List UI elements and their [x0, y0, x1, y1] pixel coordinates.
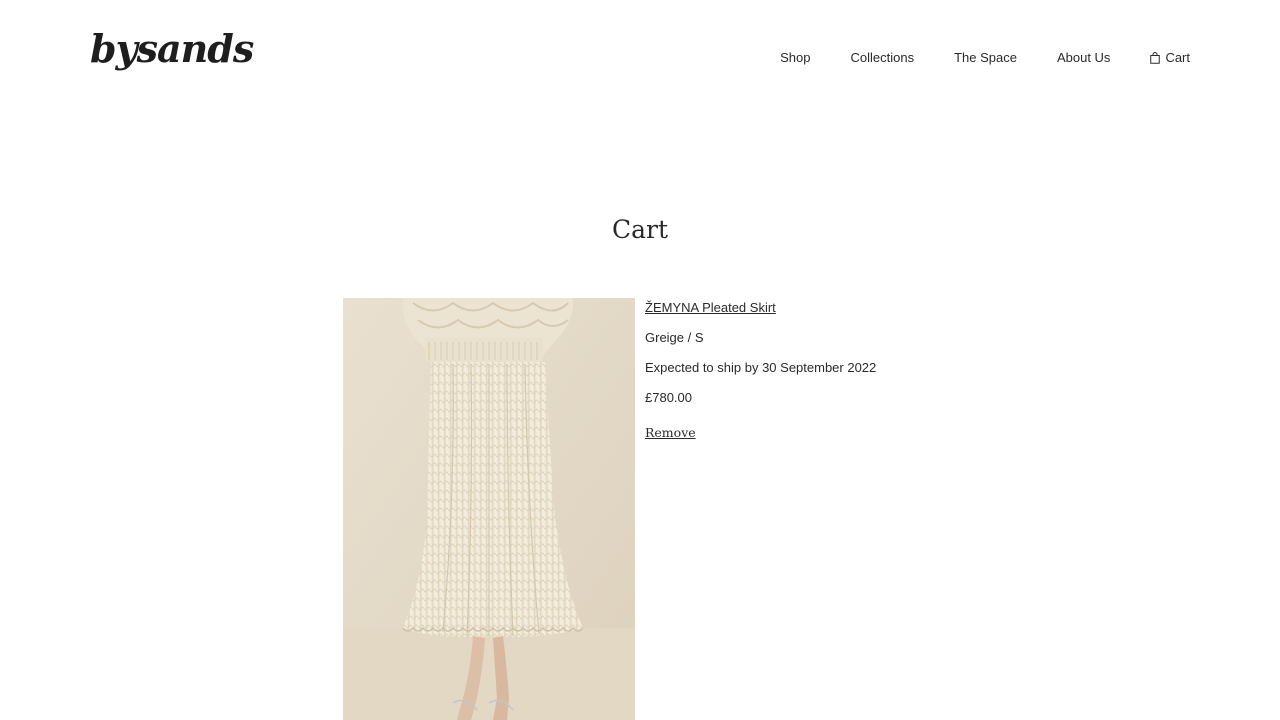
page-title: Cart: [611, 215, 669, 244]
shipping-estimate: Expected to ship by 30 September 2022: [645, 360, 877, 375]
site-logo[interactable]: bysands: [90, 30, 254, 68]
nav-item-cart[interactable]: Cart: [1150, 50, 1190, 66]
product-price: £780.00: [645, 390, 692, 405]
nav-item-collections[interactable]: Collections: [850, 50, 914, 66]
product-name-link[interactable]: ŽEMYNA Pleated Skirt: [645, 299, 776, 317]
shopping-bag-icon: [1150, 52, 1161, 64]
product-image[interactable]: [343, 298, 635, 720]
product-variant: Greige / S: [645, 330, 704, 345]
site-header: bysands Shop Collections The Space About…: [0, 0, 1280, 110]
product-photo: [343, 298, 635, 720]
nav-item-shop[interactable]: Shop: [780, 50, 810, 66]
main-nav: Shop Collections The Space About Us Cart: [780, 50, 1190, 66]
cart-nav-label: Cart: [1165, 50, 1190, 65]
remove-item-link[interactable]: Remove: [645, 424, 696, 442]
nav-item-the-space[interactable]: The Space: [954, 50, 1017, 66]
nav-item-about-us[interactable]: About Us: [1057, 50, 1110, 66]
